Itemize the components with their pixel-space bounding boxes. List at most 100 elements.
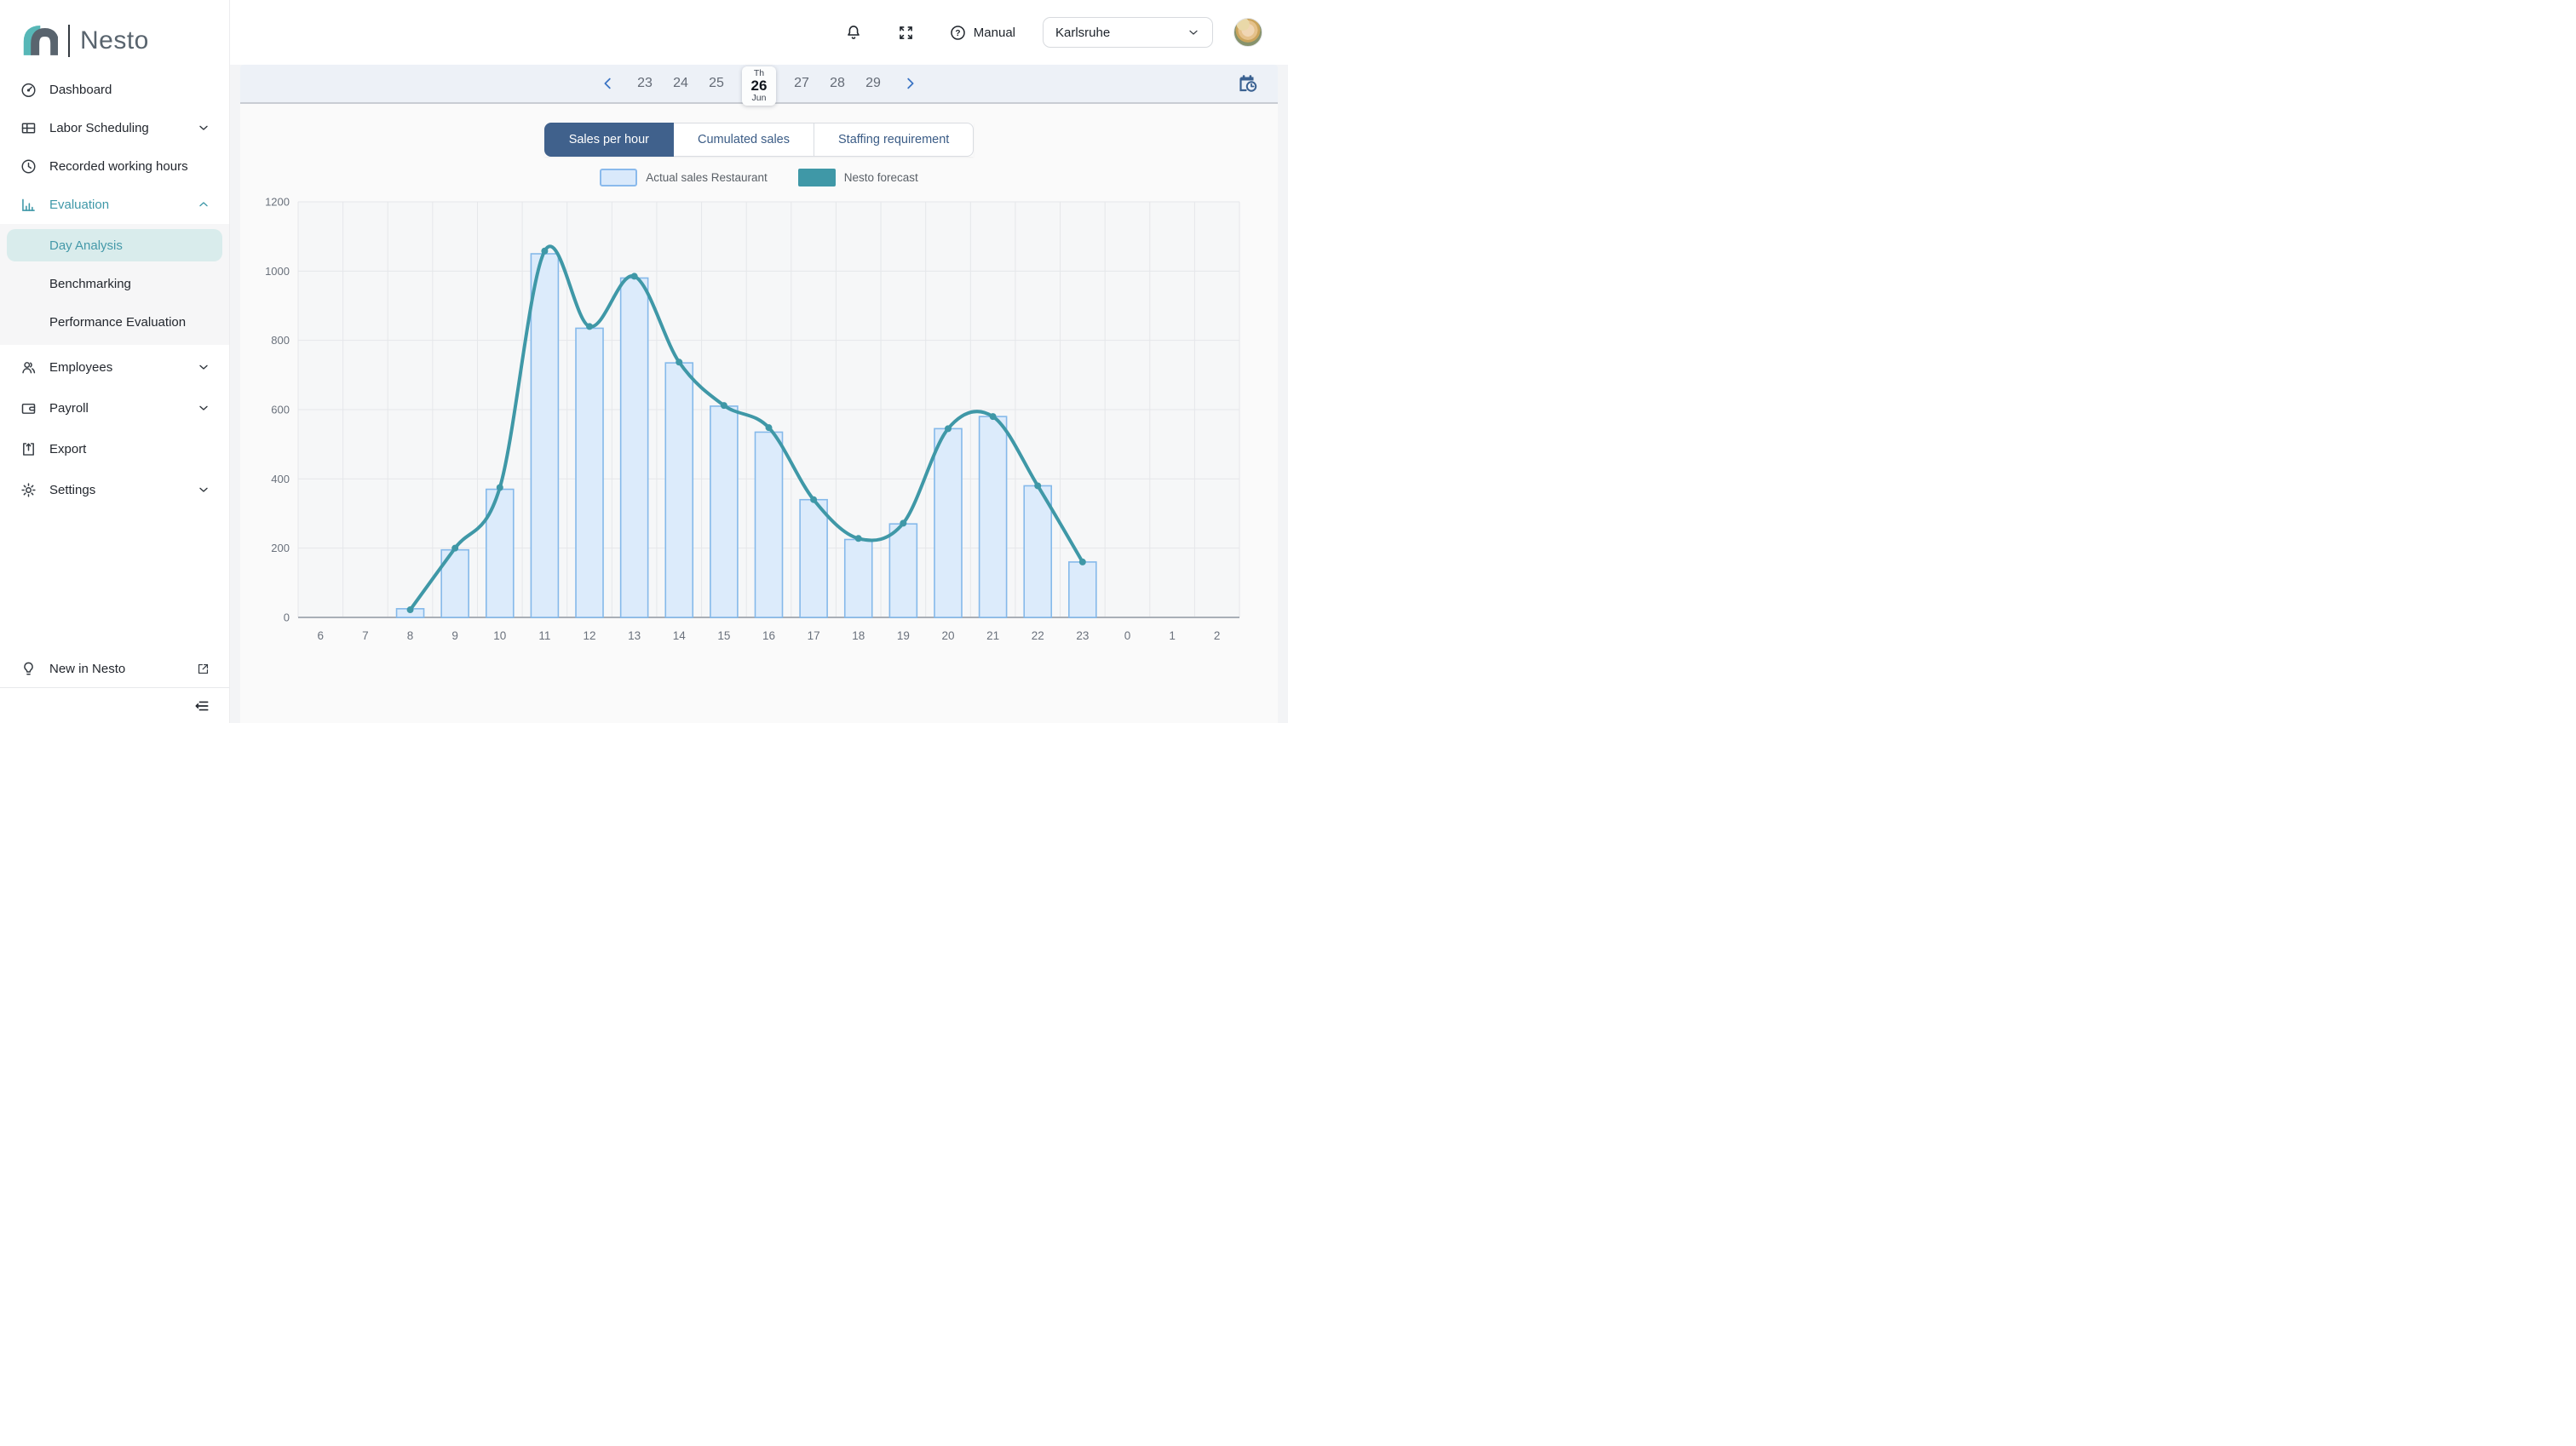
- day-option[interactable]: 27: [791, 76, 812, 91]
- svg-text:11: 11: [538, 629, 550, 642]
- sidebar-footer: New in Nesto: [0, 650, 229, 723]
- sidebar-item-export[interactable]: Export: [0, 430, 229, 468]
- gear-icon: [19, 481, 37, 499]
- view-tabs: Sales per hour Cumulated sales Staffing …: [544, 123, 975, 157]
- sidebar-item-label: Dashboard: [49, 83, 112, 97]
- bar-chart-icon: [19, 196, 37, 214]
- day-option[interactable]: 24: [670, 76, 691, 91]
- day-option[interactable]: 25: [706, 76, 727, 91]
- svg-text:12: 12: [584, 629, 596, 642]
- notifications-bell-icon[interactable]: [844, 23, 863, 42]
- manual-help-button[interactable]: ? Manual: [949, 24, 1015, 42]
- svg-text:0: 0: [284, 611, 290, 624]
- sidebar-item-evaluation[interactable]: Evaluation: [0, 186, 229, 223]
- external-link-icon: [196, 662, 210, 676]
- svg-text:17: 17: [808, 629, 820, 642]
- chevron-down-icon: [197, 401, 210, 415]
- svg-text:200: 200: [271, 542, 290, 554]
- sidebar-subitem-label: Benchmarking: [49, 277, 131, 291]
- chevron-down-icon: [1187, 26, 1200, 39]
- fullscreen-expand-icon[interactable]: [897, 24, 915, 42]
- sidebar: Nesto Dashboard Labor Scheduling: [0, 0, 230, 723]
- collapse-sidebar-icon[interactable]: [193, 697, 210, 714]
- top-header: ? Manual Karlsruhe: [230, 0, 1288, 65]
- svg-text:6: 6: [318, 629, 325, 642]
- svg-text:23: 23: [1076, 629, 1089, 642]
- evaluation-submenu: Day Analysis Benchmarking Performance Ev…: [0, 224, 229, 345]
- chevron-down-icon: [197, 121, 210, 135]
- chevron-up-icon: [197, 198, 210, 211]
- sidebar-item-settings[interactable]: Settings: [0, 471, 229, 508]
- day-option[interactable]: 28: [827, 76, 848, 91]
- svg-text:1000: 1000: [265, 265, 290, 278]
- location-value: Karlsruhe: [1055, 26, 1110, 40]
- sales-chart: 0200400600800100012006789101112131415161…: [240, 190, 1278, 658]
- sidebar-item-label: Recorded working hours: [49, 159, 188, 174]
- sidebar-item-recorded-working-hours[interactable]: Recorded working hours: [0, 147, 229, 185]
- svg-text:20: 20: [941, 629, 954, 642]
- sidebar-item-label: Evaluation: [49, 198, 109, 212]
- svg-text:15: 15: [717, 629, 730, 642]
- app-window: Nesto Dashboard Labor Scheduling: [0, 0, 1288, 723]
- svg-text:19: 19: [897, 629, 910, 642]
- svg-text:1200: 1200: [265, 196, 290, 209]
- next-day-arrow[interactable]: [899, 76, 921, 91]
- people-icon: [19, 359, 37, 376]
- user-avatar[interactable]: [1233, 18, 1262, 47]
- main-area: ? Manual Karlsruhe 23: [230, 0, 1288, 723]
- schedule-grid-icon: [19, 119, 37, 137]
- svg-text:22: 22: [1032, 629, 1044, 642]
- legend-nesto-forecast: Nesto forecast: [798, 169, 918, 186]
- chart-panel: Sales per hour Cumulated sales Staffing …: [240, 104, 1278, 723]
- svg-text:8: 8: [407, 629, 414, 642]
- sidebar-item-dashboard[interactable]: Dashboard: [0, 71, 229, 108]
- logo-divider: [68, 25, 70, 57]
- location-select[interactable]: Karlsruhe: [1043, 17, 1213, 48]
- legend-label: Actual sales Restaurant: [646, 171, 768, 184]
- day-analysis-card: 23 24 25 Th 26 Jun 27 28 29: [240, 65, 1278, 723]
- svg-text:9: 9: [451, 629, 458, 642]
- export-icon: [19, 440, 37, 458]
- calendar-picker-icon[interactable]: [1237, 72, 1261, 95]
- svg-text:400: 400: [271, 473, 290, 485]
- sidebar-item-performance-evaluation[interactable]: Performance Evaluation: [7, 306, 222, 338]
- sidebar-item-employees[interactable]: Employees: [0, 348, 229, 386]
- sidebar-item-new-in-nesto[interactable]: New in Nesto: [0, 650, 229, 687]
- sidebar-subitem-label: Day Analysis: [49, 238, 123, 253]
- sidebar-item-payroll[interactable]: Payroll: [0, 389, 229, 427]
- sidebar-item-label: Employees: [49, 360, 112, 375]
- day-option[interactable]: 29: [863, 76, 883, 91]
- svg-text:10: 10: [493, 629, 506, 642]
- tab-sales-per-hour[interactable]: Sales per hour: [544, 123, 674, 157]
- sidebar-item-benchmarking[interactable]: Benchmarking: [7, 267, 222, 300]
- nesto-logo-icon: [19, 21, 58, 60]
- svg-text:800: 800: [271, 334, 290, 347]
- help-circle-icon: ?: [949, 24, 967, 42]
- selected-day-card[interactable]: Th 26 Jun: [742, 66, 776, 106]
- chart-legend: Actual sales Restaurant Nesto forecast: [240, 169, 1278, 186]
- selected-month: Jun: [752, 94, 767, 103]
- day-option[interactable]: 23: [635, 76, 655, 91]
- sidebar-item-label: Export: [49, 442, 86, 456]
- previous-day-arrow[interactable]: [597, 76, 619, 91]
- sales-chart-svg: 0200400600800100012006789101112131415161…: [240, 190, 1278, 654]
- svg-text:0: 0: [1124, 629, 1131, 642]
- svg-text:16: 16: [762, 629, 775, 642]
- date-navigation-bar: 23 24 25 Th 26 Jun 27 28 29: [240, 65, 1278, 104]
- svg-text:2: 2: [1214, 629, 1221, 642]
- brand-logo[interactable]: Nesto: [0, 0, 229, 68]
- tab-staffing-requirement[interactable]: Staffing requirement: [814, 123, 974, 157]
- svg-text:600: 600: [271, 404, 290, 416]
- sidebar-item-labor-scheduling[interactable]: Labor Scheduling: [0, 109, 229, 146]
- svg-text:7: 7: [362, 629, 369, 642]
- tab-cumulated-sales[interactable]: Cumulated sales: [674, 123, 814, 157]
- legend-bar-swatch: [600, 169, 637, 186]
- sidebar-item-day-analysis[interactable]: Day Analysis: [7, 229, 222, 261]
- manual-label: Manual: [974, 26, 1015, 40]
- content-region: 23 24 25 Th 26 Jun 27 28 29: [230, 65, 1288, 723]
- selected-day-number: 26: [751, 78, 768, 94]
- legend-label: Nesto forecast: [844, 171, 918, 184]
- sidebar-item-label: Labor Scheduling: [49, 121, 149, 135]
- sidebar-item-label: Payroll: [49, 401, 89, 416]
- sidebar-item-label: New in Nesto: [49, 662, 125, 676]
